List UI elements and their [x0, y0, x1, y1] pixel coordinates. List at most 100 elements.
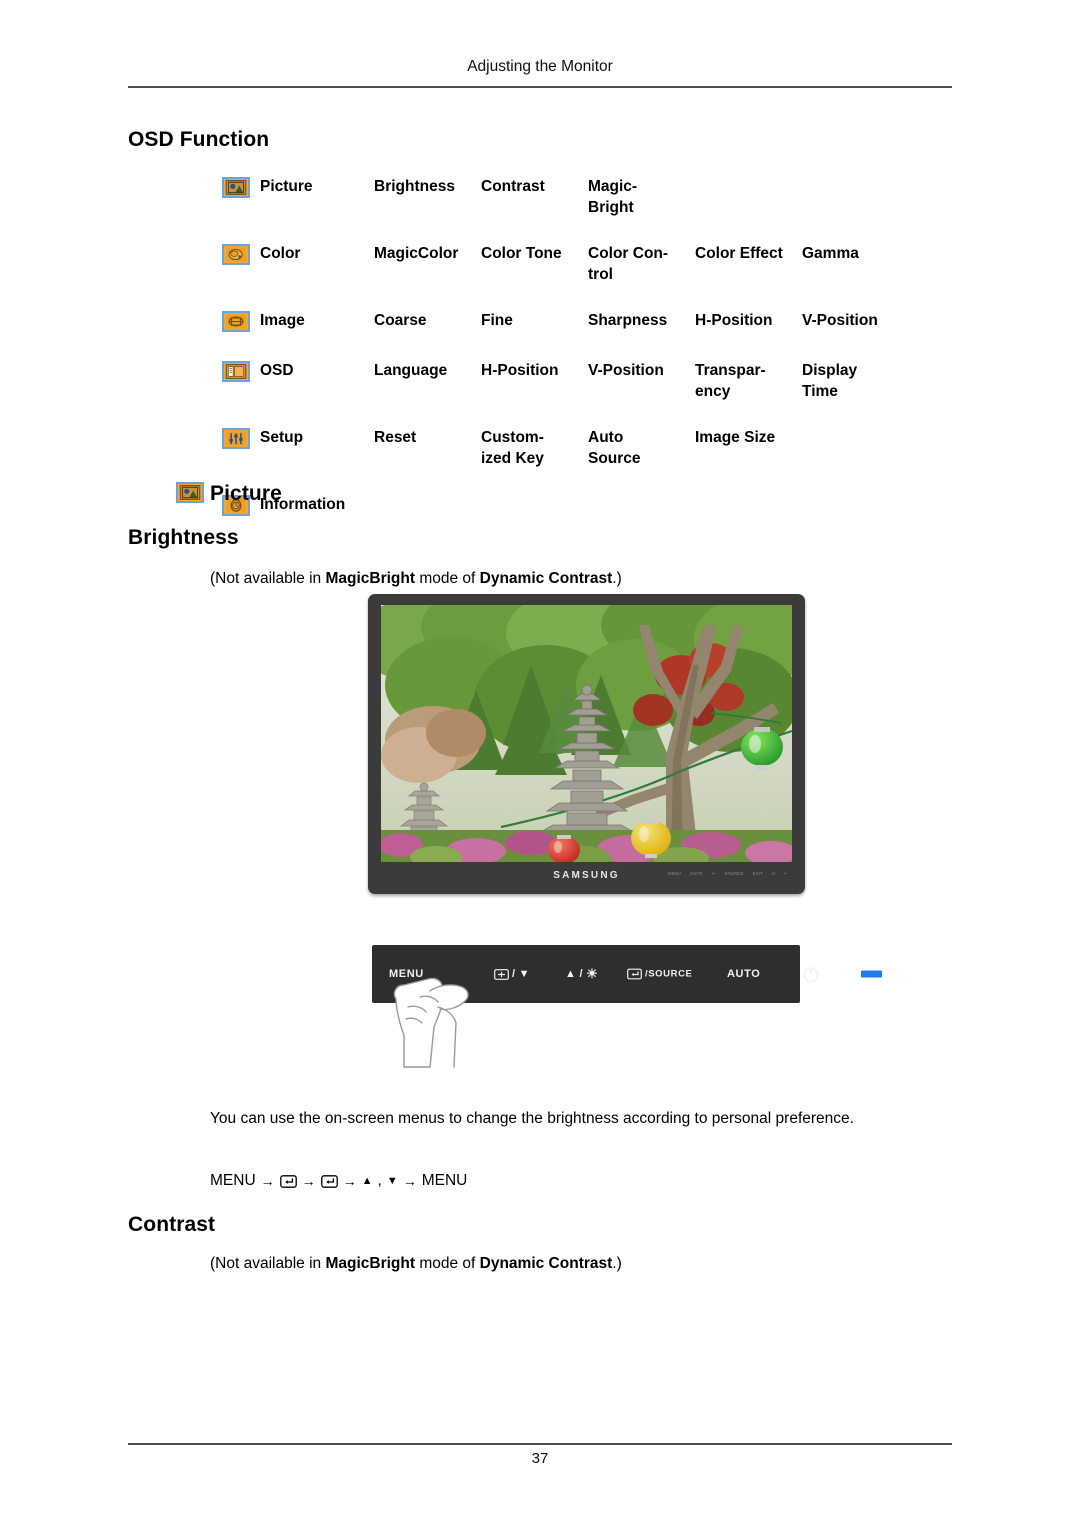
osd-category-label: Image — [260, 312, 305, 329]
brightness-availability-note: (Not available in MagicBright mode of Dy… — [210, 570, 622, 588]
osd-item: V-Position — [588, 362, 664, 379]
menu-button-label: MENU — [389, 968, 424, 980]
power-icon — [803, 966, 819, 983]
note-middle: mode of — [415, 570, 480, 587]
osd-function-table: Picture Brightness Contrast Magic- Brigh… — [222, 176, 952, 519]
power-led-indicator — [861, 970, 882, 978]
picture-heading: Picture — [176, 481, 282, 506]
arrow-right-icon: → — [342, 1173, 357, 1189]
power-button[interactable] — [802, 965, 820, 983]
auto-button[interactable]: AUTO — [727, 968, 760, 980]
table-row: Color MagicColor Color Tone Color Con- t… — [222, 243, 952, 285]
osd-item: Image Size — [695, 429, 776, 446]
minus-plus-key-icon — [494, 968, 509, 980]
osd-item: Color Effect — [695, 245, 783, 262]
bezel-button: SOURCE — [724, 871, 744, 876]
osd-item: H-Position — [695, 312, 773, 329]
down-button[interactable]: / ▼ — [494, 968, 530, 980]
osd-item: Contrast — [481, 178, 545, 195]
osd-icon — [222, 361, 250, 382]
up-button[interactable]: ▲ / ☀ — [565, 966, 598, 982]
osd-category-label: OSD — [260, 362, 294, 379]
osd-item: Language — [374, 362, 448, 379]
osd-item: Fine — [481, 312, 513, 329]
bezel-button: MENU — [668, 871, 682, 876]
osd-category-osd: OSD — [222, 360, 374, 382]
osd-category-setup: Setup — [222, 427, 374, 449]
osd-function-heading: OSD Function — [128, 128, 270, 151]
osd-category-image: Image — [222, 310, 374, 332]
table-row: Information — [222, 494, 952, 519]
up-arrow-icon: ▲ — [361, 1175, 373, 1187]
contrast-availability-note: (Not available in MagicBright mode of Dy… — [210, 1255, 622, 1273]
color-icon — [222, 244, 250, 265]
table-row: Image Coarse Fine Sharpness H-Position V… — [222, 310, 952, 335]
arrow-right-icon: → — [402, 1173, 417, 1189]
table-row: OSD Language H-Position V-Position Trans… — [222, 360, 952, 402]
bezel-button: AUTO — [690, 871, 703, 876]
note-prefix: (Not available in — [210, 1255, 326, 1272]
brightness-heading: Brightness — [128, 526, 239, 549]
menu-path-start: MENU — [210, 1172, 256, 1189]
note-middle: mode of — [415, 1255, 480, 1272]
page-number: 37 — [531, 1450, 549, 1467]
monitor-screen — [381, 605, 792, 862]
enter-key-icon — [320, 1174, 338, 1188]
brightness-sun-icon: ☀ — [586, 966, 599, 981]
note-bold-dynamic-contrast: Dynamic Contrast — [479, 570, 613, 587]
slash-separator: / — [512, 968, 516, 980]
monitor-illustration: SAMSUNG MENU AUTO ☀ SOURCE EXIT ⏻ • — [368, 594, 805, 894]
led-bar — [861, 970, 882, 978]
osd-item: Gamma — [802, 245, 859, 262]
osd-item: Custom- ized Key — [481, 429, 544, 467]
osd-category-picture: Picture — [222, 176, 374, 198]
osd-item: Reset — [374, 429, 417, 446]
auto-button-label: AUTO — [727, 968, 761, 980]
osd-item: Transpar- ency — [695, 362, 766, 400]
bezel-button: ☀ — [711, 871, 716, 876]
osd-item: Auto Source — [588, 429, 641, 467]
osd-category-color: Color — [222, 243, 374, 265]
slash-separator: / — [579, 968, 584, 980]
page-header: Adjusting the Monitor — [467, 58, 613, 75]
source-button-label: /SOURCE — [645, 968, 693, 980]
contrast-heading: Contrast — [128, 1213, 216, 1236]
picture-icon — [222, 177, 250, 198]
note-prefix: (Not available in — [210, 570, 326, 587]
monitor-bezel-buttons: MENU AUTO ☀ SOURCE EXIT ⏻ • — [668, 871, 786, 876]
arrow-right-icon: → — [260, 1173, 275, 1189]
monitor-control-panel: MENU / ▼ ▲ / ☀ /SOURCE AUTO — [372, 945, 882, 1003]
osd-item: MagicColor — [374, 245, 459, 262]
osd-item: Sharpness — [588, 312, 668, 329]
osd-category-label: Picture — [260, 178, 313, 195]
osd-item: Magic- Bright — [588, 178, 638, 216]
picture-heading-label: Picture — [210, 482, 282, 505]
menu-button[interactable]: MENU — [389, 968, 424, 980]
table-row: Picture Brightness Contrast Magic- Brigh… — [222, 176, 952, 218]
bezel-button: • — [784, 871, 786, 876]
brightness-menu-path: MENU → → → ▲ , ▼ → MENU — [210, 1172, 467, 1190]
note-bold-magicbright: MagicBright — [325, 570, 416, 587]
brightness-description: You can use the on-screen menus to chang… — [210, 1110, 854, 1127]
osd-category-label: Color — [260, 245, 301, 262]
osd-category-label: Setup — [260, 429, 304, 446]
osd-item: Display Time — [802, 362, 858, 400]
enter-key-icon — [279, 1174, 297, 1188]
bezel-button: ⏻ — [771, 871, 776, 876]
osd-item: H-Position — [481, 362, 559, 379]
menu-path-end: MENU — [421, 1172, 468, 1189]
picture-icon — [176, 482, 204, 503]
note-suffix: .) — [612, 570, 622, 587]
osd-item: Brightness — [374, 178, 455, 195]
down-arrow-icon: ▼ — [518, 968, 531, 980]
osd-item: Coarse — [374, 312, 427, 329]
header-divider — [128, 86, 952, 88]
table-row: Setup Reset Custom- ized Key Auto Source… — [222, 427, 952, 469]
note-bold-magicbright: MagicBright — [325, 1255, 416, 1272]
source-button[interactable]: /SOURCE — [627, 969, 692, 980]
image-icon — [222, 311, 250, 332]
osd-item: Color Con- trol — [588, 245, 669, 283]
down-arrow-icon: ▼ — [386, 1175, 398, 1187]
footer-divider — [128, 1443, 952, 1445]
arrow-right-icon: → — [301, 1173, 316, 1189]
